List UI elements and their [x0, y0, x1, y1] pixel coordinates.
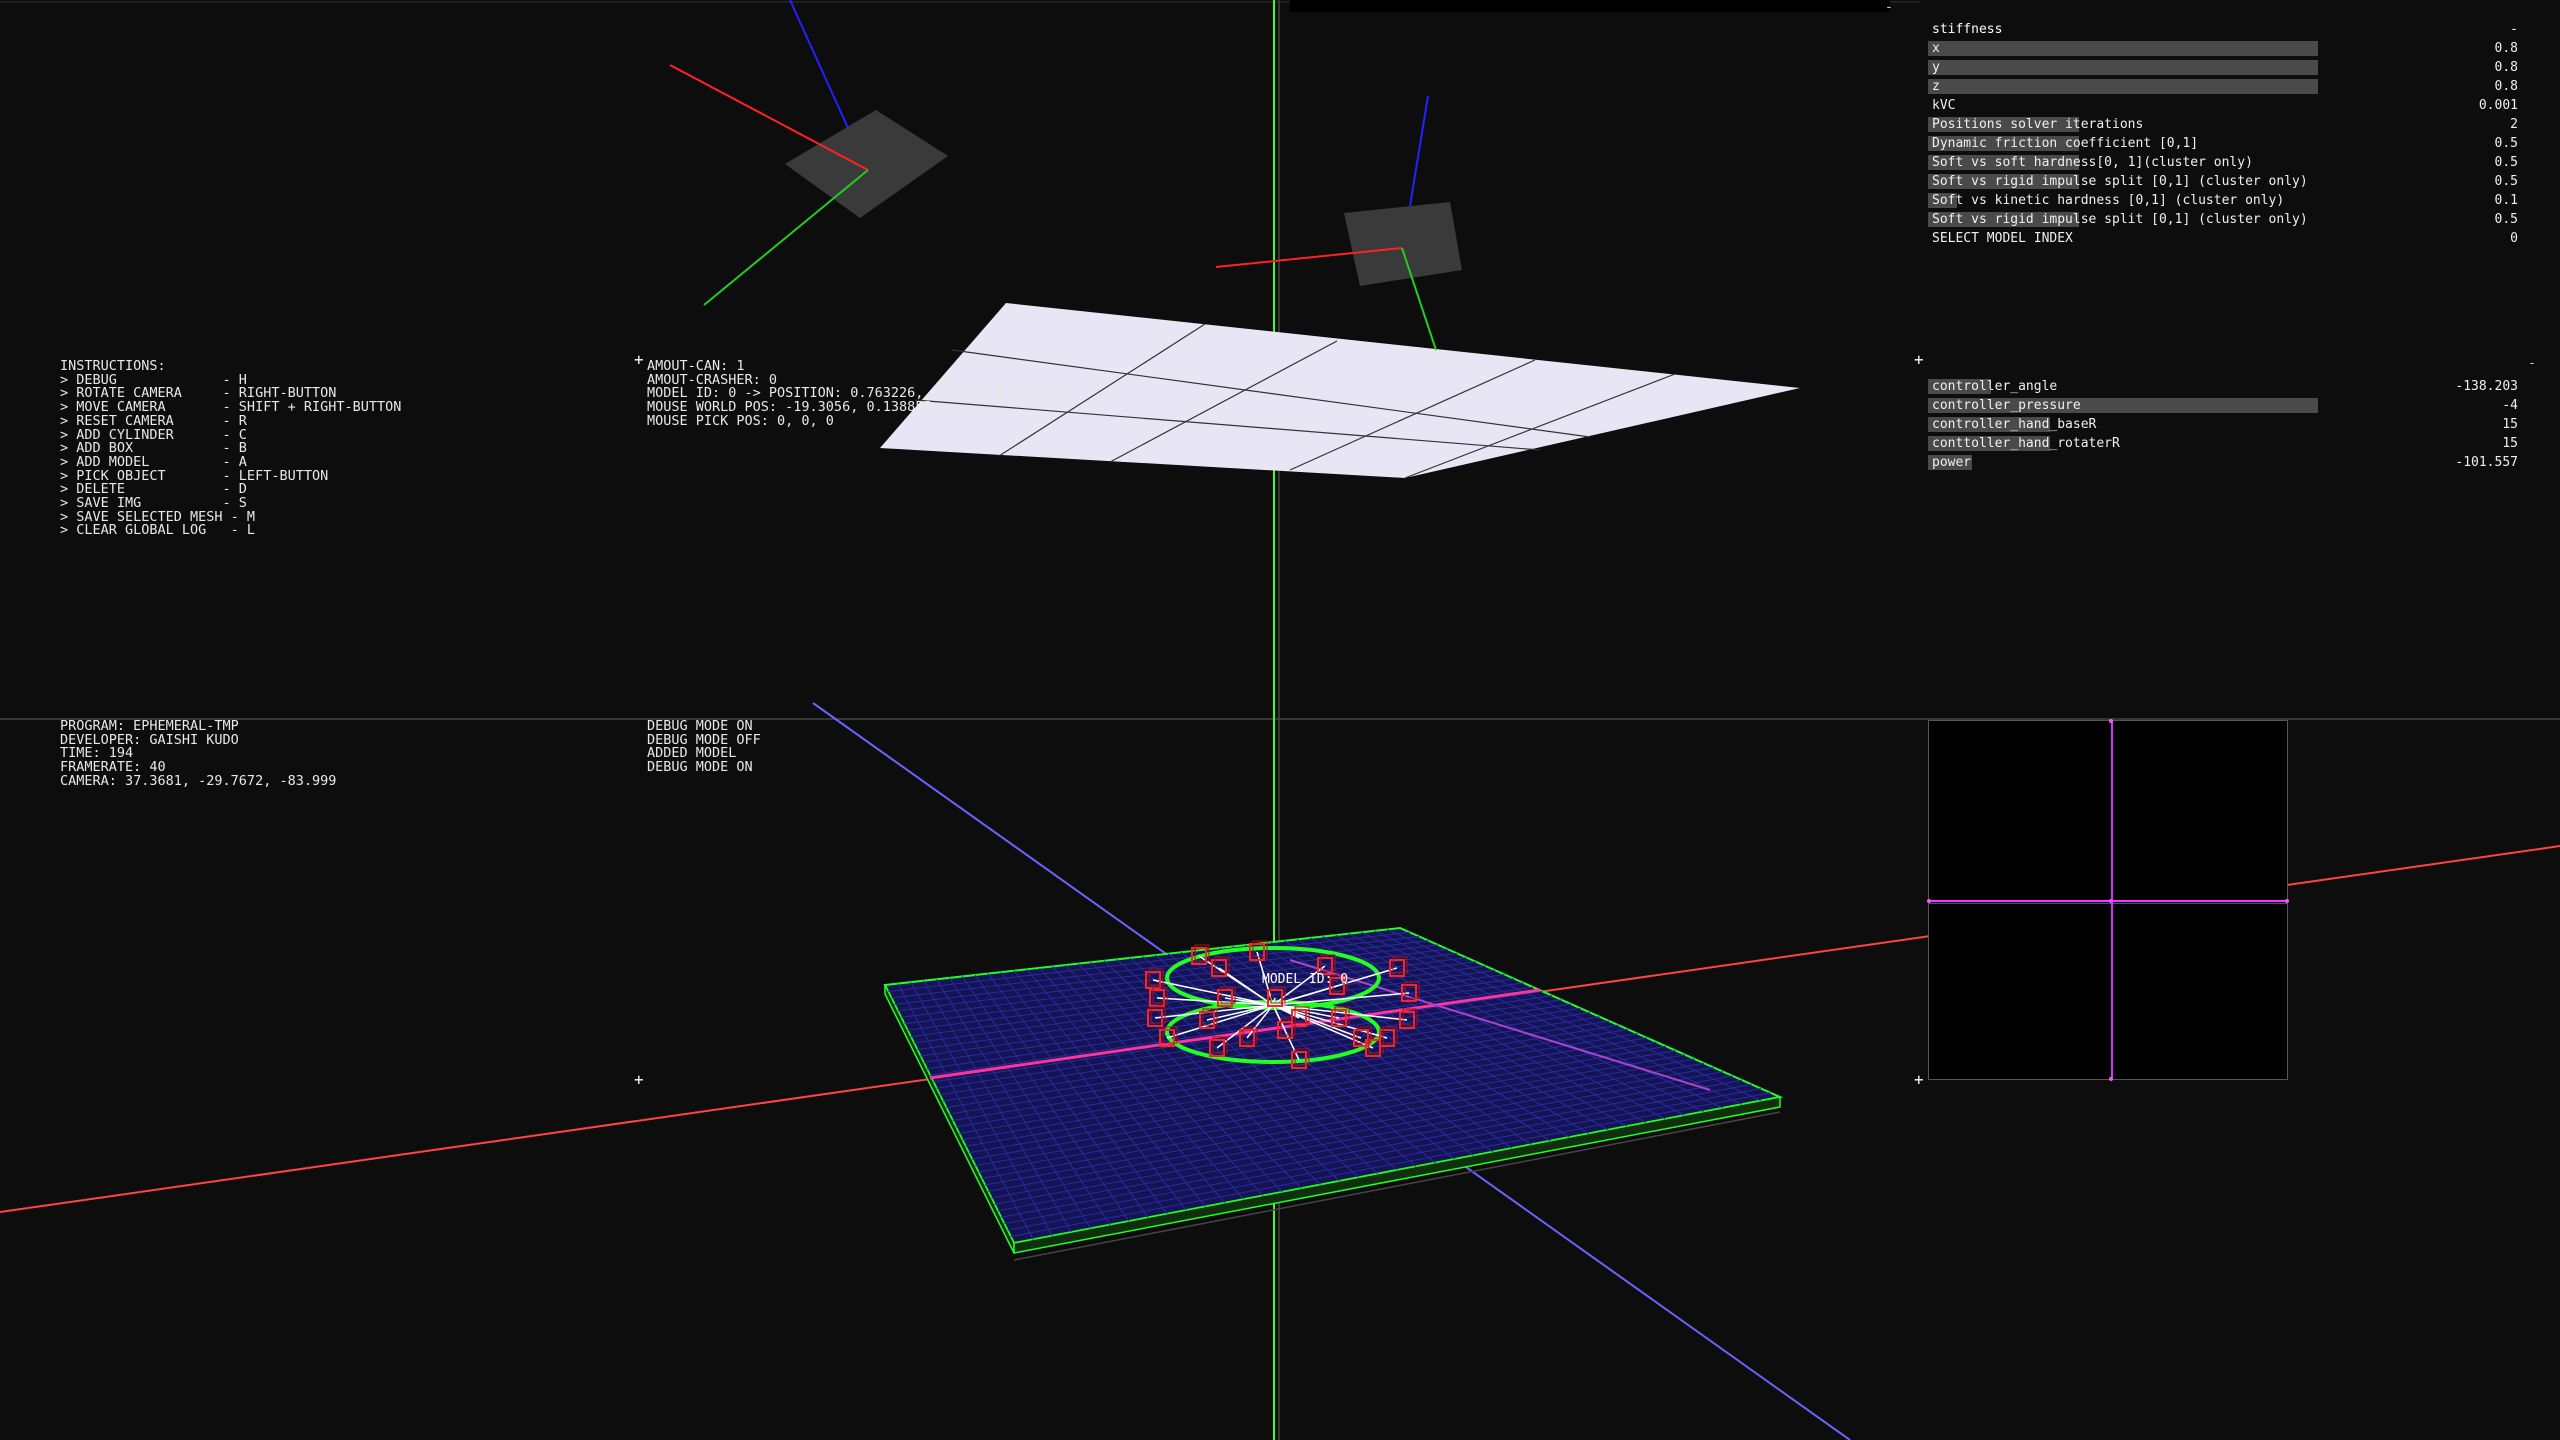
status-line: MOUSE PICK POS: 0, 0, 0 [647, 412, 834, 429]
controller-slider-controller-angle[interactable]: controller_angle -138.203 [1928, 377, 2538, 396]
slider-value: 0.8 [2494, 41, 2518, 56]
pad-handle-bottom[interactable] [2109, 1077, 2113, 1081]
crosshair-marker: + [1914, 1070, 1924, 1089]
physics-slider-soft-vs-rigid-impulse-split-0-1-cluster-only[interactable]: Soft vs rigid impulse split [0,1] (clust… [1928, 210, 2538, 229]
pad-crosshair-h-shadow [1929, 903, 2287, 904]
controller-slider-controller-hand-baser[interactable]: controller_hand_baseR 15 [1928, 415, 2538, 434]
slider-label: power [1932, 455, 1972, 470]
program-info-line: CAMERA: 37.3681, -29.7672, -83.999 [60, 772, 337, 789]
slider-label: SELECT MODEL INDEX [1932, 231, 2073, 246]
physics-slider-soft-vs-kinetic-hardness-0-1-cluster-only[interactable]: Soft vs kinetic hardness [0,1] (cluster … [1928, 191, 2538, 210]
physics-slider-positions-solver-iterations[interactable]: Positions solver iterations 2 [1928, 115, 2538, 134]
slider-value: 0.001 [2478, 98, 2518, 113]
physics-slider-y[interactable]: y 0.8 [1928, 58, 2538, 77]
slider-label: Soft vs rigid impulse split [0,1] (clust… [1932, 174, 2308, 189]
slider-label: conttoller_hand_rotaterR [1932, 436, 2120, 451]
physics-slider-dynamic-friction-coefficient-0-1[interactable]: Dynamic friction coefficient [0,1] 0.5 [1928, 134, 2538, 153]
status-text: AMOUT-CAN: 1 AMOUT-CRASHER: 0 MODEL ID: 0 … [647, 359, 1062, 429]
physics-slider-soft-vs-rigid-impulse-split-0-1-cluster-only[interactable]: Soft vs rigid impulse split [0,1] (clust… [1928, 172, 2538, 191]
slider-value: 2 [2510, 117, 2518, 132]
slider-fill [1928, 60, 2318, 75]
camera-gizmo-2 [1215, 95, 1462, 351]
slider-value: 0.8 [2494, 60, 2518, 75]
controller-collapse-icon[interactable]: - [2528, 356, 2536, 371]
slider-label: x [1932, 41, 1940, 56]
camera-gizmo-1 [669, 0, 948, 306]
crosshair-marker: + [634, 350, 644, 369]
physics-slider-soft-vs-soft-hardness-0-1-cluster-only[interactable]: Soft vs soft hardness[0, 1](cluster only… [1928, 153, 2538, 172]
slider-value: 0.5 [2494, 174, 2518, 189]
slider-fill [1928, 79, 2318, 94]
slider-label: controller_pressure [1932, 398, 2081, 413]
slider-label: kVC [1932, 98, 1956, 113]
physics-slider-select-model-index[interactable]: SELECT MODEL INDEX 0 [1928, 229, 2538, 248]
slider-value: 15 [2502, 417, 2518, 432]
slider-value: 15 [2502, 436, 2518, 451]
controller-slider-controller-pressure[interactable]: controller_pressure -4 [1928, 396, 2538, 415]
instruction-line: > CLEAR GLOBAL LOG - L [60, 522, 256, 539]
slider-value: 0 [2510, 231, 2518, 246]
physics-settings-panel: stiffness - x 0.8 y 0.8 z 0.8 kVC 0.001 Position… [1928, 20, 2538, 248]
slider-label: Soft vs soft hardness[0, 1](cluster only… [1932, 155, 2253, 170]
crosshair-marker: + [1914, 350, 1924, 369]
slider-value: -101.557 [2455, 455, 2518, 470]
slider-label: controller_hand_baseR [1932, 417, 2097, 432]
slider-label: Dynamic friction coefficient [0,1] [1932, 136, 2199, 151]
slider-value: 0.5 [2494, 212, 2518, 227]
global-log-text: DEBUG MODE ON DEBUG MODE OFF ADDED MODEL DE… [647, 719, 761, 776]
slider-label: z [1932, 79, 1940, 94]
controller-2d-pad[interactable] [1927, 719, 2289, 1081]
controller-slider-power[interactable]: power -101.557 [1928, 453, 2538, 472]
pad-handle-left[interactable] [1927, 899, 1931, 903]
pad-crosshair-h [1929, 900, 2287, 902]
physics-slider-kvc[interactable]: kVC 0.001 [1928, 96, 2538, 115]
physics-slider-z[interactable]: z 0.8 [1928, 77, 2538, 96]
pad-handle-center[interactable] [2109, 899, 2113, 903]
slider-label: y [1932, 60, 1940, 75]
slider-label: Positions solver iterations [1932, 117, 2144, 132]
slider-value: 0.1 [2494, 193, 2518, 208]
controller-panel: controller_angle -138.203 controller_press… [1928, 377, 2538, 472]
slider-value: -138.203 [2455, 379, 2518, 394]
slider-label: Soft vs kinetic hardness [0,1] (cluster … [1932, 193, 2285, 208]
log-line: DEBUG MODE ON [647, 759, 753, 776]
slider-label: controller_angle [1932, 379, 2058, 394]
pad-handle-right[interactable] [2285, 899, 2289, 903]
slider-value: 0.5 [2494, 155, 2518, 170]
slider-value: 0.8 [2494, 79, 2518, 94]
slider-label: Soft vs rigid impulse split [0,1] (clust… [1932, 212, 2308, 227]
stiffness-header[interactable]: stiffness - [1928, 20, 2538, 39]
instructions-text: INSTRUCTIONS: > DEBUG - H > ROTATE CAMERA … [60, 359, 401, 539]
crosshair-marker: + [634, 1070, 644, 1089]
slider-value: -4 [2502, 398, 2518, 413]
model-id-label: MODEL ID: 0 [1262, 972, 1349, 987]
panel-titlebar [1290, 0, 1890, 12]
slider-value: 0.5 [2494, 136, 2518, 151]
controller-slider-conttoller-hand-rotaterr[interactable]: conttoller_hand_rotaterR 15 [1928, 434, 2538, 453]
slider-fill [1928, 41, 2318, 56]
pad-handle-top[interactable] [2109, 719, 2113, 723]
program-info-text: PROGRAM: EPHEMERAL-TMP DEVELOPER: GAISHI … [60, 719, 337, 789]
panel-collapse-icon[interactable]: - [1885, 0, 1893, 15]
physics-slider-x[interactable]: x 0.8 [1928, 39, 2538, 58]
